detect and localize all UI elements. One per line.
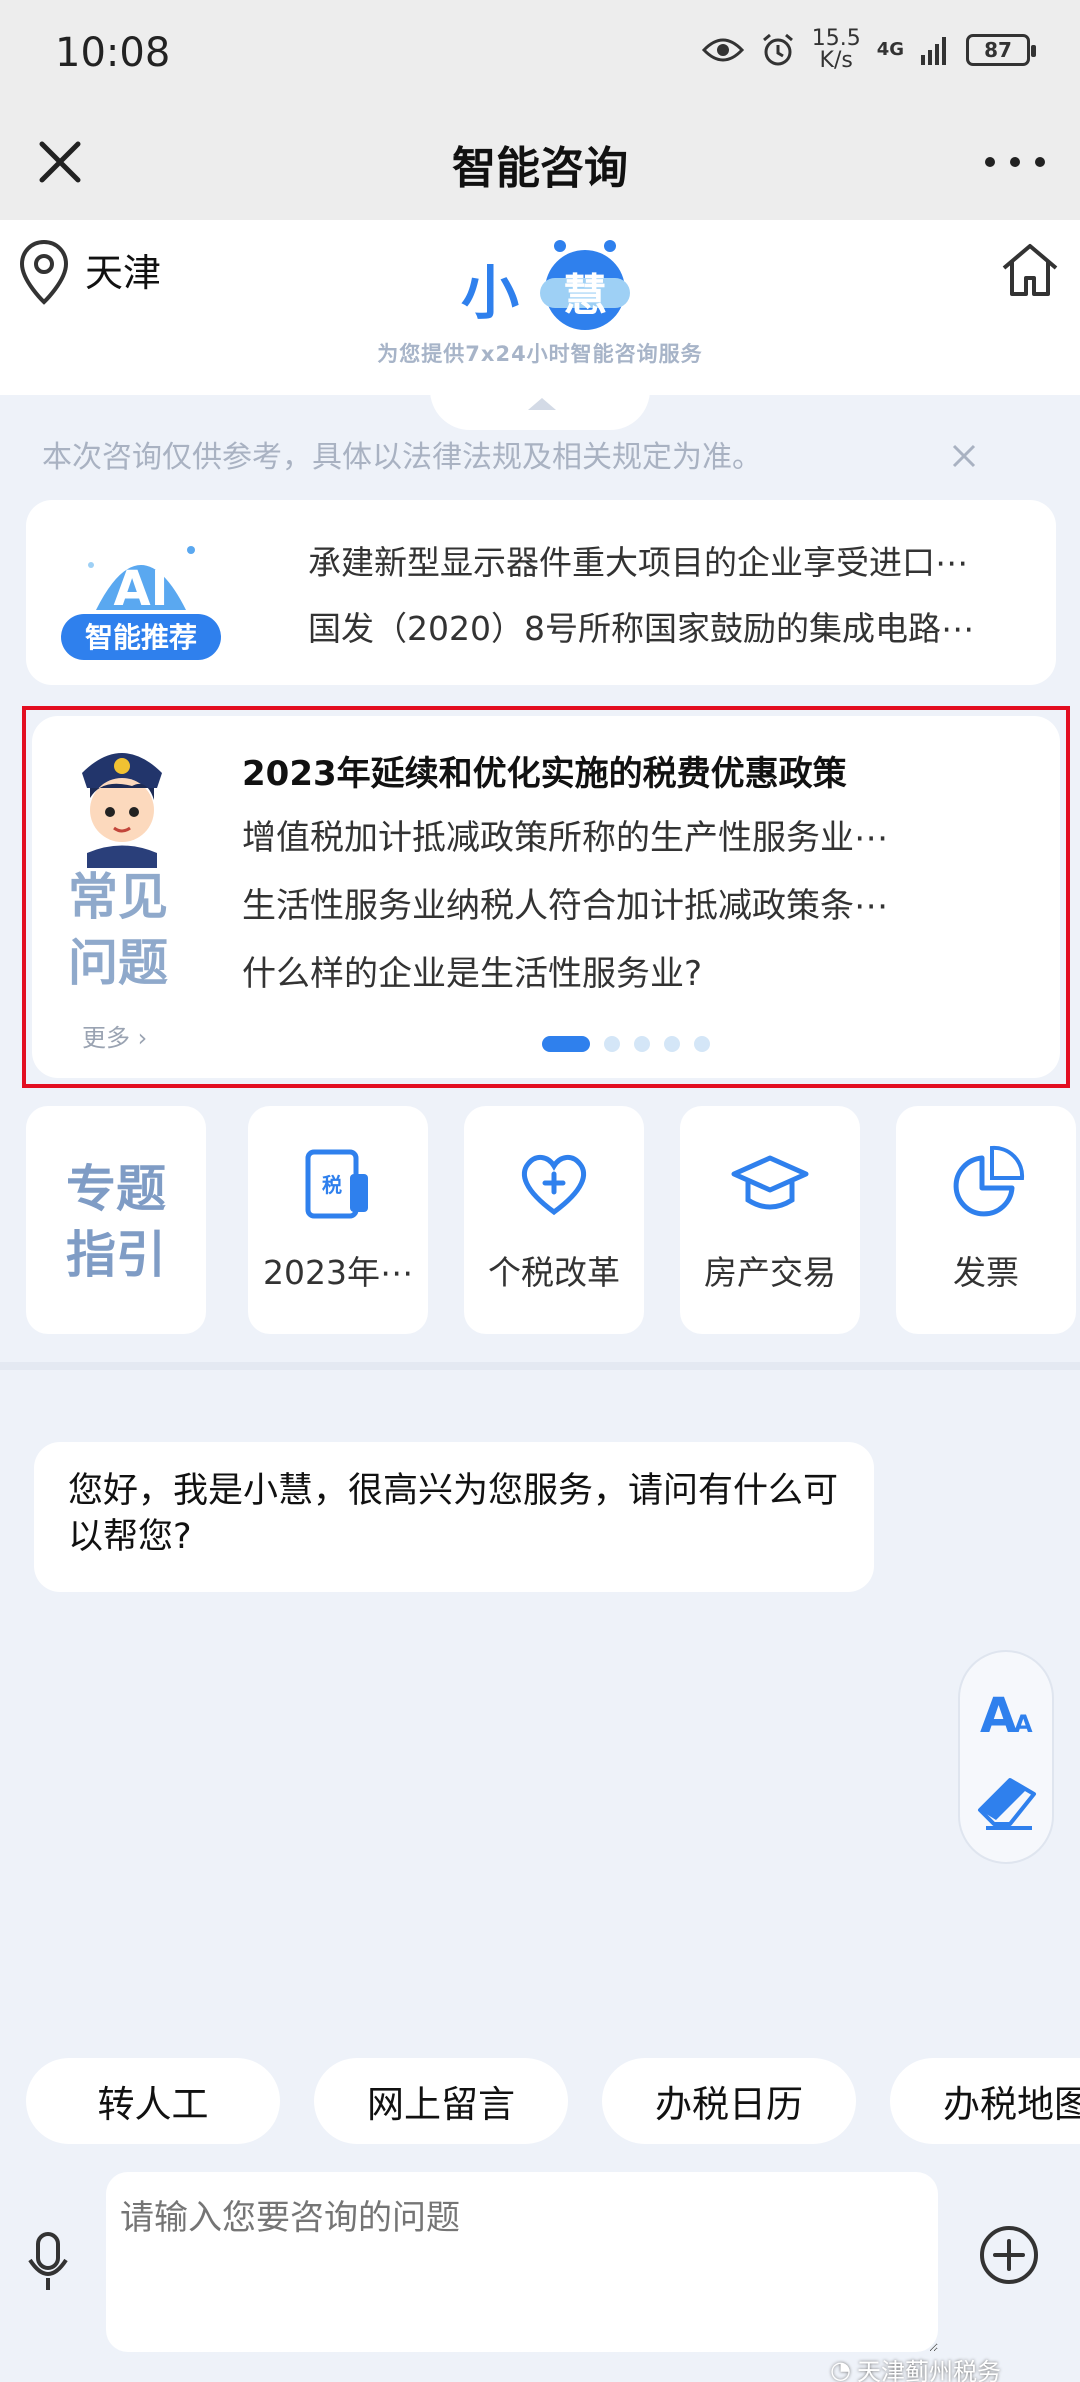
location-pin-icon[interactable] [16, 238, 72, 306]
xiaohui-logo: 小 慧 [461, 240, 630, 330]
graduation-cap-icon [731, 1155, 809, 1210]
title-bar: 智能咨询 [0, 110, 1080, 220]
bot-message: 您好，我是小慧，很高兴为您服务，请问有什么可以帮您? [34, 1442, 874, 1592]
category-label: 房产交易 [704, 1253, 836, 1292]
category-tile-property[interactable]: 房产交易 [680, 1106, 860, 1334]
status-icons: 15.5 K/s 4G 87 [701, 28, 1036, 72]
recommend-item[interactable]: 国发（2020）8号所称国家鼓励的集成电路⋯ [308, 602, 1028, 650]
heart-plus-icon [522, 1155, 586, 1216]
category-tile-invoice[interactable]: 发票 [896, 1106, 1076, 1334]
topic-guide-tile[interactable]: 专题 指引 [26, 1106, 206, 1334]
net-speed-value: 15.5 [811, 26, 861, 51]
disclaimer-text: 本次咨询仅供参考，具体以法律法规及相关规定为准。 [42, 440, 762, 475]
svg-text:A: A [980, 1688, 1017, 1742]
collapse-arrow-icon[interactable] [528, 398, 556, 410]
watermark-text: 天津蓟州税务 [856, 2358, 1001, 2382]
more-options-icon[interactable] [980, 132, 1050, 192]
logo-subtitle: 为您提供7x24小时智能咨询服务 [377, 342, 703, 366]
category-label: 个税改革 [488, 1253, 620, 1292]
microphone-icon[interactable] [26, 2230, 70, 2294]
category-label: 发票 [953, 1253, 1019, 1292]
home-icon[interactable] [998, 238, 1062, 302]
wechat-icon: ◔ [830, 2355, 851, 2382]
section-divider [0, 1362, 1080, 1370]
font-size-icon[interactable]: AA [978, 1682, 1038, 1742]
logo-char-left: 小 [461, 259, 519, 327]
ai-recommend-logo: AI 智能推荐 [61, 546, 221, 660]
side-toolbar: AA [958, 1650, 1054, 1864]
recommend-badge: 智能推荐 [85, 621, 197, 654]
status-time: 10:08 [55, 30, 171, 76]
topic-guide-line: 指引 [66, 1226, 166, 1284]
close-disclaimer-icon[interactable] [946, 438, 982, 474]
header-collapse-tab[interactable] [430, 390, 650, 430]
network-type: 4G [876, 39, 904, 60]
quick-action-button[interactable]: 网上留言 [314, 2058, 568, 2144]
status-bar: 10:08 15.5 K/s 4G 87 [0, 0, 1080, 110]
battery-indicator: 87 [966, 34, 1036, 66]
category-label: 2023年⋯ [263, 1253, 413, 1292]
pie-chart-icon [953, 1145, 1025, 1217]
add-attachment-icon[interactable] [978, 2224, 1040, 2286]
quick-actions-bar: 转人工 网上留言 办税日历 办税地图 [0, 2040, 1080, 2160]
category-tile-2023[interactable]: 税 2023年⋯ [248, 1106, 428, 1334]
eye-icon [701, 38, 744, 62]
category-tile-iit-reform[interactable]: 个税改革 [464, 1106, 644, 1334]
watermark: ◔ 天津蓟州税务 [830, 2352, 1001, 2382]
quick-action-button[interactable]: 办税地图 [890, 2058, 1080, 2144]
topic-guide-label: 专题 指引 [26, 1156, 206, 1288]
page-title: 智能咨询 [452, 143, 628, 194]
alarm-icon [762, 33, 793, 66]
net-speed-unit: K/s [819, 48, 853, 73]
quick-action-button[interactable]: 转人工 [26, 2058, 280, 2144]
ai-logo-letters: AI [113, 561, 168, 617]
location-label[interactable]: 天津 [85, 242, 161, 297]
highlight-frame [22, 706, 1070, 1088]
net-speed: 15.5 K/s [812, 28, 861, 72]
input-area [0, 2160, 1080, 2382]
quick-action-button[interactable]: 办税日历 [602, 2058, 856, 2144]
question-input[interactable] [106, 2172, 938, 2352]
signal-icon [921, 37, 946, 65]
topic-guide-line: 专题 [66, 1160, 166, 1218]
logo-char-right: 慧 [563, 270, 607, 321]
recommend-item[interactable]: 承建新型显示器件重大项目的企业享受进口⋯ [308, 536, 1028, 584]
eraser-icon[interactable] [976, 1772, 1040, 1836]
svg-text:A: A [1014, 1710, 1033, 1738]
recommend-card: AI 智能推荐 承建新型显示器件重大项目的企业享受进口⋯ 国发（2020）8号所… [26, 500, 1056, 685]
tax-document-icon: 税 [305, 1149, 368, 1219]
svg-text:税: 税 [322, 1173, 342, 1197]
assistant-header: 天津 小 慧 为您提供7x24小时智能咨询服务 [0, 220, 1080, 395]
